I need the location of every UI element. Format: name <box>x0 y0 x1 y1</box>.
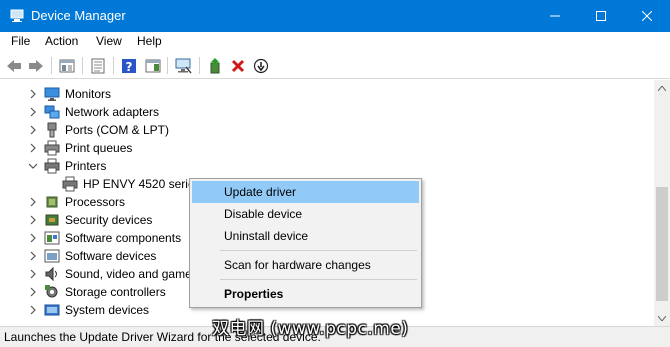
back-arrow-icon[interactable] <box>5 57 23 74</box>
tree-item-label: Software components <box>65 231 182 245</box>
vertical-scrollbar[interactable] <box>654 80 670 326</box>
scan-hardware-icon[interactable] <box>175 57 193 74</box>
tree-item-label: Ports (COM & LPT) <box>65 123 170 137</box>
tree-item-label: Print queues <box>65 141 133 155</box>
uninstall-icon[interactable] <box>229 57 247 74</box>
expand-chevron-icon[interactable] <box>28 143 38 153</box>
tree-item-label: System devices <box>65 303 150 317</box>
context-menu: Update driver Disable device Uninstall d… <box>189 178 422 308</box>
scroll-up-icon[interactable] <box>654 80 670 96</box>
storage-controller-icon <box>45 285 58 298</box>
forward-arrow-icon[interactable] <box>27 57 45 74</box>
tree-item-label: Security devices <box>65 213 153 227</box>
menu-item-disable-device[interactable]: Disable device <box>192 203 419 225</box>
tree-item-label: Storage controllers <box>65 285 166 299</box>
tree-item-label: Software devices <box>65 249 157 263</box>
monitor-icon <box>44 87 60 101</box>
menu-file[interactable]: File <box>11 34 30 48</box>
expand-chevron-icon[interactable] <box>28 215 38 225</box>
tree-item-label: Printers <box>65 159 107 173</box>
toolbar: ? <box>0 52 670 79</box>
menu-item-label: Scan for hardware changes <box>224 258 371 272</box>
properties-icon[interactable] <box>89 57 107 74</box>
title-bar[interactable]: Device Manager <box>0 0 670 32</box>
menu-item-label: Disable device <box>224 207 303 221</box>
close-button[interactable] <box>624 0 670 32</box>
expand-chevron-icon[interactable] <box>28 269 38 279</box>
menu-action[interactable]: Action <box>45 34 78 48</box>
menu-separator <box>220 250 417 251</box>
port-icon <box>47 122 57 138</box>
processor-icon <box>46 196 58 208</box>
menu-bar: File Action View Help <box>0 32 670 52</box>
menu-item-scan-for-hardware-changes[interactable]: Scan for hardware changes <box>192 254 419 276</box>
expand-chevron-icon[interactable] <box>28 125 38 135</box>
tree-item-network-adapters[interactable]: Network adapters <box>0 103 640 121</box>
tree-item-label: Monitors <box>65 87 112 101</box>
maximize-icon <box>596 11 606 21</box>
expand-chevron-icon[interactable] <box>28 305 38 315</box>
expand-chevron-icon[interactable] <box>28 251 38 261</box>
expand-chevron-icon[interactable] <box>28 233 38 243</box>
collapse-chevron-icon[interactable] <box>28 161 38 171</box>
show-hide-console-tree-icon[interactable] <box>58 57 76 74</box>
minimize-button[interactable] <box>532 0 578 32</box>
device-manager-app-icon <box>9 8 25 24</box>
minimize-icon <box>550 15 560 17</box>
printer-icon <box>44 158 60 174</box>
update-driver-icon[interactable] <box>206 57 224 74</box>
menu-view[interactable]: View <box>96 34 122 48</box>
scroll-down-icon[interactable] <box>654 310 670 326</box>
expand-chevron-icon[interactable] <box>28 197 38 207</box>
help-icon[interactable]: ? <box>120 57 138 74</box>
disable-icon[interactable] <box>252 57 270 74</box>
system-device-icon <box>44 304 60 316</box>
menu-item-uninstall-device[interactable]: Uninstall device <box>192 225 419 247</box>
security-device-icon <box>45 214 59 226</box>
print-queue-icon <box>44 140 60 156</box>
menu-item-properties[interactable]: Properties <box>192 283 419 305</box>
svg-text:?: ? <box>126 60 133 74</box>
tree-item-ports[interactable]: Ports (COM & LPT) <box>0 121 640 139</box>
expand-chevron-icon[interactable] <box>28 107 38 117</box>
sound-icon <box>45 266 57 282</box>
printer-icon <box>62 176 78 192</box>
tree-item-label: Processors <box>65 195 126 209</box>
tree-item-monitors[interactable]: Monitors <box>0 85 640 103</box>
scrollbar-thumb[interactable] <box>656 187 668 301</box>
maximize-button[interactable] <box>578 0 624 32</box>
tree-item-label: HP ENVY 4520 series <box>83 177 201 191</box>
window-title: Device Manager <box>31 8 126 23</box>
expand-chevron-icon[interactable] <box>28 287 38 297</box>
network-adapter-icon <box>44 105 60 119</box>
action-pane-icon[interactable] <box>144 57 162 74</box>
software-device-icon <box>44 249 60 263</box>
tree-item-print-queues[interactable]: Print queues <box>0 139 640 157</box>
menu-item-label: Properties <box>224 287 284 301</box>
software-component-icon <box>44 231 60 245</box>
tree-item-label: Network adapters <box>65 105 160 119</box>
close-icon <box>642 11 652 21</box>
menu-item-label: Uninstall device <box>224 229 309 243</box>
watermark: 双电网 (www.pcpc.me) <box>212 319 409 339</box>
menu-item-update-driver[interactable]: Update driver <box>192 181 419 203</box>
menu-help[interactable]: Help <box>137 34 162 48</box>
tree-item-printers[interactable]: Printers <box>0 157 640 175</box>
expand-chevron-icon[interactable] <box>28 89 38 99</box>
menu-separator <box>220 279 417 280</box>
menu-item-label: Update driver <box>224 185 297 199</box>
